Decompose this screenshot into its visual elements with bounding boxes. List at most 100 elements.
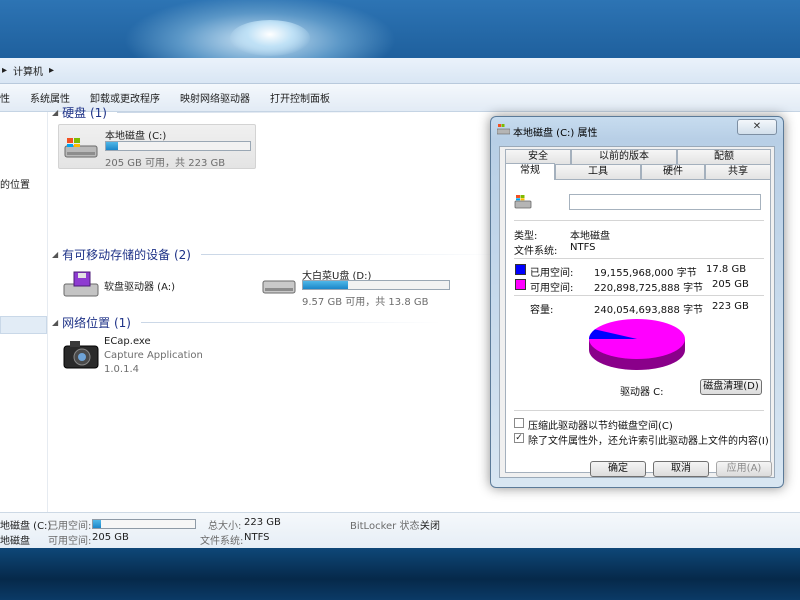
navigation-pane: 的位置 <box>0 112 48 512</box>
free-space-bytes: 220,898,725,888 字节 <box>594 283 704 294</box>
drive-c-free-text: 205 GB 可用，共 223 GB <box>105 158 226 169</box>
index-checkbox[interactable]: ✓ <box>514 433 524 443</box>
capacity-label: 容量: <box>530 305 554 316</box>
apply-button[interactable]: 应用(A) <box>716 461 772 477</box>
drive-d-tile[interactable]: 大白菜U盘 (D:) 9.57 GB 可用，共 13.8 GB <box>260 264 460 308</box>
drive-letter-label: 驱动器 C: <box>620 387 664 398</box>
drive-a-tile[interactable]: 软盘驱动器 (A:) <box>60 264 260 304</box>
close-button[interactable]: ✕ <box>737 119 777 135</box>
disk-usage-pie-chart <box>589 319 685 370</box>
group-label-network: 网络位置 (1) <box>62 316 131 330</box>
capacity-bytes: 240,054,693,888 字节 <box>594 305 704 316</box>
removable-group-header[interactable]: ◢ 有可移动存储的设备 (2) <box>52 246 501 263</box>
drive-label-input[interactable] <box>569 194 761 210</box>
collapse-arrow-icon[interactable]: ◢ <box>52 250 58 259</box>
details-usage-fill <box>93 520 102 528</box>
drive-c-tile[interactable]: 本地磁盘 (C:) 205 GB 可用，共 223 GB <box>58 124 256 169</box>
drive-a-name: 软盘驱动器 (A:) <box>104 282 176 293</box>
separator <box>514 258 764 259</box>
tab-general[interactable]: 常规 <box>505 163 555 180</box>
collapse-arrow-icon[interactable]: ◢ <box>52 318 58 327</box>
details-free-value: 205 GB <box>92 532 129 543</box>
drive-icon <box>514 195 532 209</box>
group-header-hdd[interactable]: ◢ 硬盘 (1) <box>52 104 417 121</box>
ecap-description: Capture Application <box>104 350 203 361</box>
tab-previous-versions[interactable]: 以前的版本 <box>571 149 677 164</box>
group-label-hdd: 硬盘 (1) <box>62 106 107 120</box>
address-bar[interactable]: ▸ 计算机 ▸ <box>0 58 800 84</box>
used-space-swatch <box>515 264 526 275</box>
details-total-label: 总大小: <box>208 521 242 532</box>
drive-c-name: 本地磁盘 (C:) <box>105 131 167 142</box>
group-label-removable: 有可移动存储的设备 (2) <box>62 248 191 262</box>
collapse-arrow-icon[interactable]: ◢ <box>52 108 58 117</box>
tab-quota[interactable]: 配额 <box>677 149 771 164</box>
details-fs-label: 文件系统: <box>200 536 244 547</box>
drive-d-usage-bar <box>302 280 450 290</box>
separator <box>514 295 764 296</box>
details-bitlocker-value: 关闭 <box>420 521 440 532</box>
open-control-panel-button[interactable]: 打开控制面板 <box>260 90 340 105</box>
drive-d-free-text: 9.57 GB 可用，共 13.8 GB <box>302 297 429 308</box>
cancel-button[interactable]: 取消 <box>653 461 709 477</box>
uninstall-program-button[interactable]: 卸载或更改程序 <box>80 90 170 105</box>
compress-checkbox[interactable] <box>514 418 524 428</box>
details-total-value: 223 GB <box>244 517 281 528</box>
breadcrumb-separator-icon[interactable]: ▸ <box>49 65 54 76</box>
details-usage-bar <box>92 519 196 529</box>
floppy-drive-icon <box>63 271 99 297</box>
details-used-label: 已用空间: <box>48 521 92 532</box>
dialog-body: 安全 以前的版本 配额 常规 工具 硬件 共享 类型: 本地磁盘 文件系统: N… <box>499 146 775 478</box>
general-panel: 类型: 本地磁盘 文件系统: NTFS 已用空间: 19,155,968,000… <box>505 179 771 473</box>
group-header-network[interactable]: ◢ 网络位置 (1) <box>52 314 441 331</box>
nav-item-selected[interactable] <box>0 316 47 334</box>
map-network-drive-button[interactable]: 映射网络驱动器 <box>170 90 260 105</box>
breadcrumb-computer[interactable]: 计算机 <box>13 63 43 78</box>
details-free-label: 可用空间: <box>48 536 92 547</box>
free-space-label: 可用空间: <box>530 283 574 294</box>
system-properties-button[interactable]: 系统属性 <box>20 90 80 105</box>
usb-drive-icon <box>262 280 296 294</box>
type-value: 本地磁盘 <box>570 231 610 242</box>
type-label: 类型: <box>514 231 538 242</box>
network-item-ecap[interactable]: ECap.exe Capture Application 1.0.1.4 <box>60 334 260 378</box>
fs-value: NTFS <box>570 242 596 253</box>
details-bitlocker-label: BitLocker 状态: <box>350 521 423 532</box>
compress-label[interactable]: 压缩此驱动器以节约磁盘空间(C) <box>528 417 673 432</box>
capacity-gb: 223 GB <box>712 301 749 312</box>
details-fs-value: NTFS <box>244 532 270 543</box>
ok-button[interactable]: 确定 <box>590 461 646 477</box>
ecap-name: ECap.exe <box>104 336 151 347</box>
tab-security[interactable]: 安全 <box>505 149 571 164</box>
breadcrumb-separator-icon: ▸ <box>2 65 8 76</box>
drive-c-usage-fill <box>106 142 118 150</box>
wallpaper-glow <box>230 20 310 56</box>
free-space-swatch <box>515 279 526 290</box>
used-space-label: 已用空间: <box>530 268 574 279</box>
used-space-bytes: 19,155,968,000 字节 <box>594 268 697 279</box>
tab-hardware[interactable]: 硬件 <box>641 164 705 179</box>
drive-c-usage-bar <box>105 141 251 151</box>
used-space-gb: 17.8 GB <box>706 264 747 275</box>
tab-tools[interactable]: 工具 <box>555 164 641 179</box>
properties-dialog: 本地磁盘 (C:) 属性 ✕ 安全 以前的版本 配额 常规 工具 硬件 共享 类… <box>490 116 784 488</box>
group-divider <box>140 322 441 323</box>
wallpaper-bottom <box>0 548 800 600</box>
details-drive-name: 地磁盘 (C:) <box>0 521 52 532</box>
nav-item-locations[interactable]: 的位置 <box>0 176 30 191</box>
ecap-version: 1.0.1.4 <box>104 364 139 375</box>
drive-title-icon <box>497 124 510 135</box>
details-drive-type: 地磁盘 <box>0 536 30 547</box>
fs-label: 文件系统: <box>514 246 558 257</box>
free-space-gb: 205 GB <box>712 279 749 290</box>
index-label[interactable]: 除了文件属性外，还允许索引此驱动器上文件的内容(I) <box>528 432 769 447</box>
hard-drive-windows-icon <box>64 138 98 158</box>
details-pane: 地磁盘 (C:) 地磁盘 已用空间: 可用空间: 205 GB 总大小: 223… <box>0 512 800 548</box>
properties-button[interactable]: 性 <box>0 90 20 105</box>
separator <box>514 220 764 221</box>
group-divider <box>200 254 501 255</box>
disk-cleanup-button[interactable]: 磁盘清理(D) <box>700 379 762 395</box>
tab-sharing[interactable]: 共享 <box>705 164 771 179</box>
drive-d-usage-fill <box>303 281 349 289</box>
dialog-title: 本地磁盘 (C:) 属性 <box>513 128 598 139</box>
